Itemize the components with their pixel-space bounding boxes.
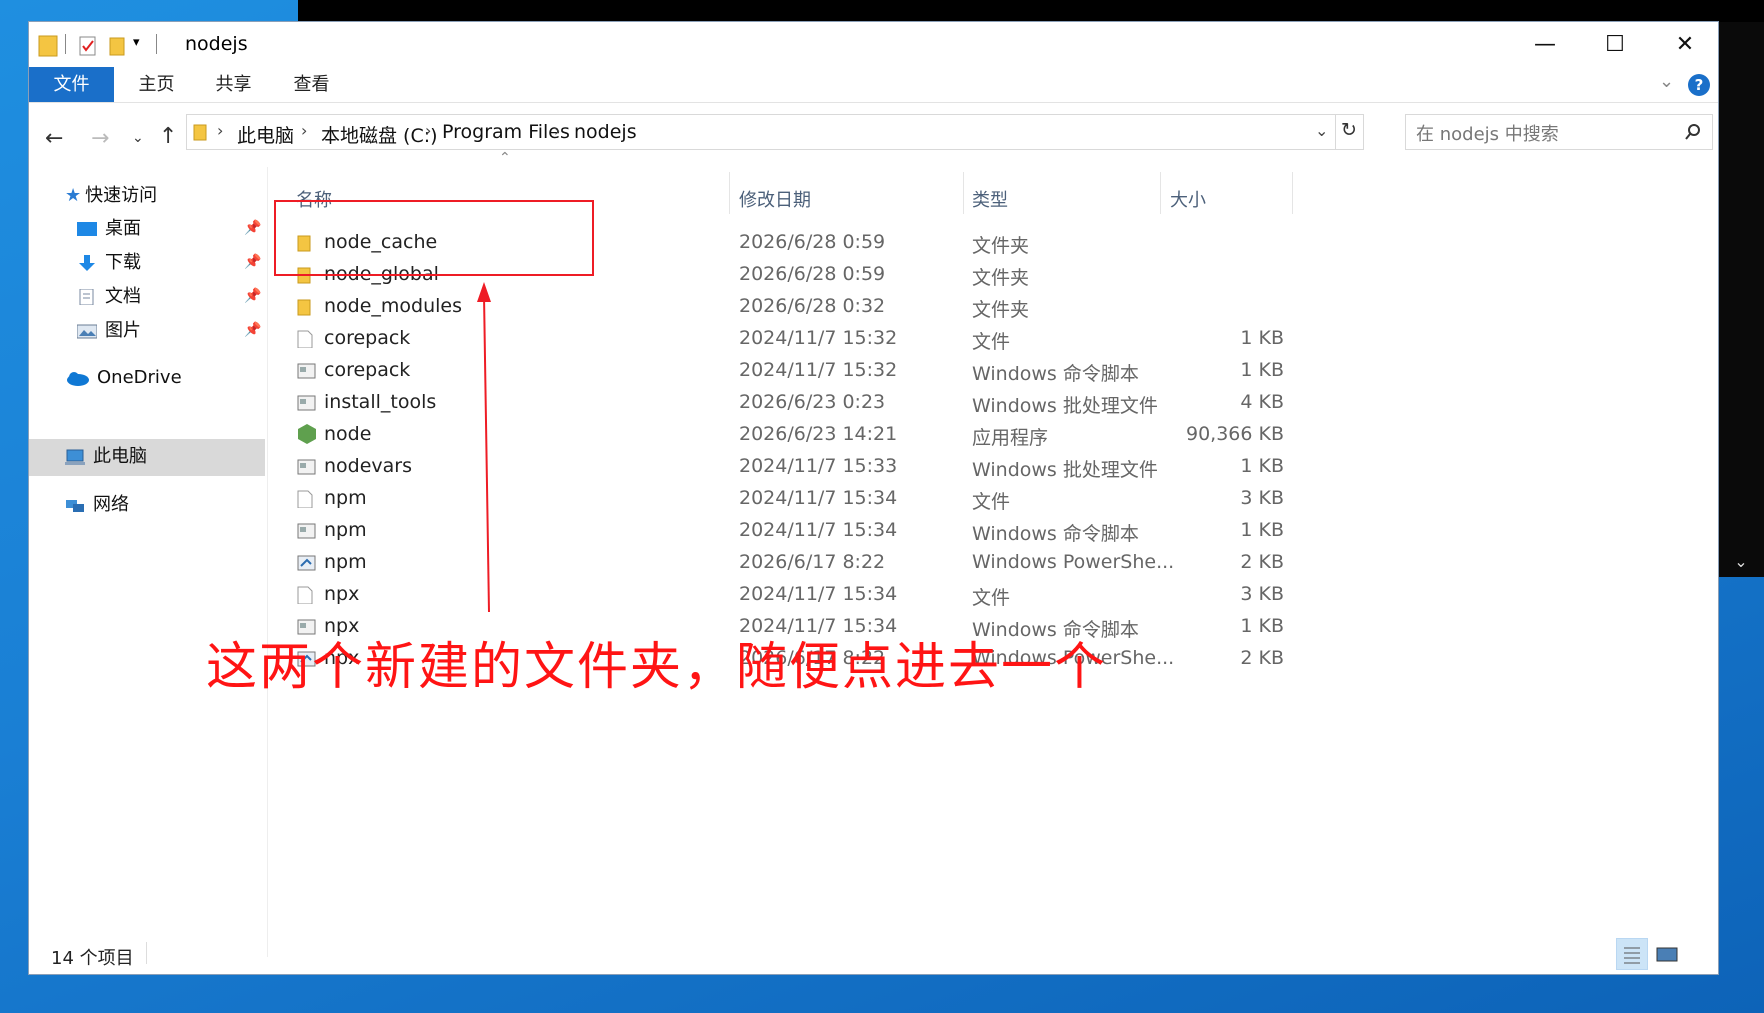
annotation-text: 这两个新建的文件夹，随便点进去一个 [206,638,1108,697]
annotation-arrow-icon [477,282,491,613]
